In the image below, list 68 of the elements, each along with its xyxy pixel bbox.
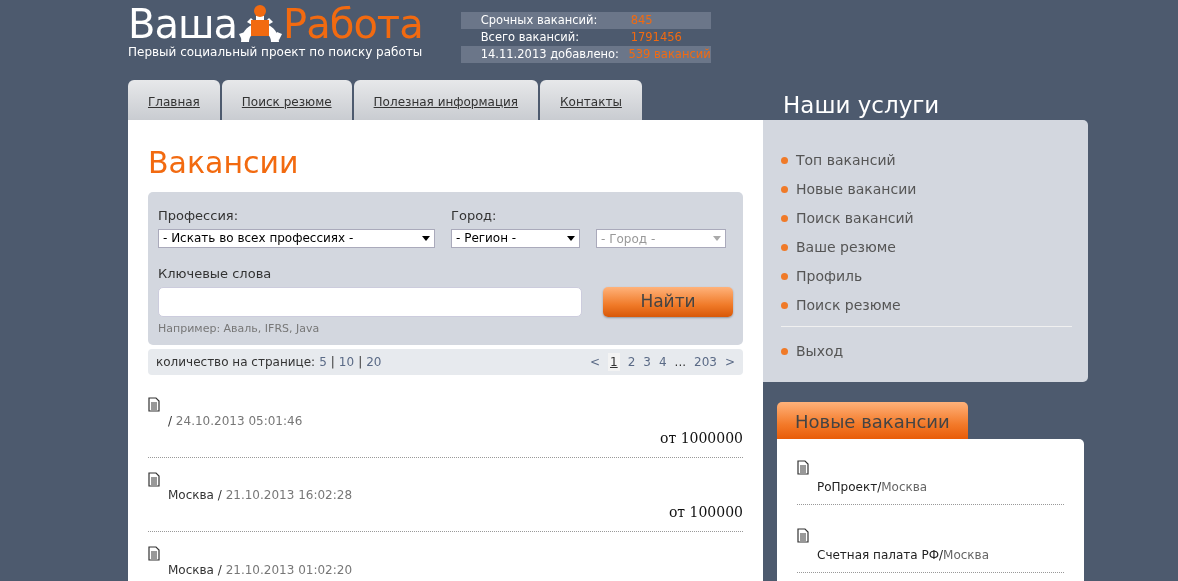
nav-tab[interactable]: Поиск резюме: [221, 80, 352, 120]
service-link[interactable]: Поиск резюме: [781, 291, 1072, 320]
bullet-icon: [781, 215, 788, 222]
stat-value: 845: [630, 12, 653, 29]
vacancy-meta: Москва / 21.10.2013 01:02:20: [168, 562, 354, 577]
nav-tab[interactable]: Главная: [128, 80, 220, 120]
new-vacancies-tab[interactable]: Новые вакансии: [777, 402, 968, 439]
nav-tab[interactable]: Контакты: [540, 80, 642, 120]
logo-text: Ваша: [128, 4, 238, 44]
service-link[interactable]: Поиск вакансий: [781, 204, 1072, 233]
document-icon: [148, 546, 160, 561]
stat-label: Срочных вакансий:: [480, 12, 599, 29]
per-page-link[interactable]: 5: [319, 353, 327, 371]
nav-tab[interactable]: Полезная информация: [353, 80, 539, 120]
bullet-icon: [781, 157, 788, 164]
caret-icon: [713, 236, 721, 241]
tagline: Первый социальный проект по поиску работы: [128, 46, 423, 58]
bullet-icon: [781, 186, 788, 193]
field-label: Профессия:: [158, 207, 240, 225]
logo-icon: [237, 4, 284, 44]
salary-text: от 100000: [667, 503, 743, 522]
document-icon: [148, 471, 160, 487]
page-link[interactable]: 2: [627, 353, 636, 371]
separator-text: |: [330, 354, 335, 371]
separator-text: |: [358, 354, 363, 371]
bullet-icon: [781, 302, 788, 309]
page-link[interactable]: 203: [694, 353, 717, 371]
salary-text: от 1000000: [659, 428, 743, 448]
field-label: Город:: [451, 207, 498, 225]
service-link[interactable]: Выход: [781, 337, 1072, 366]
bullet-icon: [781, 273, 788, 280]
vacancy-meta: / 24.10.2013 05:01:46: [168, 413, 304, 428]
vacancy-link[interactable]: Счетная палата РФ/Москва: [817, 545, 990, 564]
bullet-icon: [781, 348, 788, 355]
bullet-icon: [781, 244, 788, 251]
search-button[interactable]: Найти: [603, 286, 733, 317]
page-link[interactable]: 1: [608, 353, 620, 371]
document-icon: [148, 397, 160, 412]
prev-page-link[interactable]: <: [589, 353, 600, 371]
hint-text: Например: Аваль, IFRS, Java: [158, 320, 321, 337]
vacancy-meta: Москва / 21.10.2013 16:02:28: [168, 488, 354, 502]
per-page-link[interactable]: 10: [338, 353, 355, 371]
caret-icon: [567, 235, 575, 241]
stat-label: Всего вакансий:: [480, 29, 581, 46]
page-link[interactable]: 4: [658, 353, 667, 371]
per-page-link[interactable]: 20: [366, 353, 382, 371]
service-link[interactable]: Ваше резюме: [781, 233, 1072, 262]
document-icon: [797, 528, 809, 543]
stat-label: 14.11.2013 добавлено:: [480, 46, 620, 63]
per-page-label: количество на странице:: [156, 354, 316, 371]
ellipsis-text: ...: [674, 354, 687, 371]
vacancy-link[interactable]: РоПроект/Москва: [817, 477, 928, 496]
service-link[interactable]: Топ вакансий: [781, 146, 1072, 175]
field-label: Ключевые слова: [158, 265, 273, 283]
page-link[interactable]: 3: [643, 353, 651, 371]
logo-text: Работа: [283, 4, 423, 44]
document-icon: [797, 460, 809, 475]
keywords-field[interactable]: [158, 286, 582, 317]
profession-dropdown[interactable]: - Искать во всех профессиях -: [158, 228, 435, 248]
region-dropdown[interactable]: - Регион -: [451, 228, 580, 248]
service-link[interactable]: Профиль: [781, 262, 1072, 291]
caret-icon: [422, 235, 430, 241]
next-page-link[interactable]: >: [724, 353, 735, 371]
services-title: Наши услуги: [782, 91, 941, 120]
page-title: Вакансии: [148, 148, 300, 178]
stat-value: 539 вакансий: [628, 46, 711, 63]
stat-value: 1791456: [630, 29, 682, 46]
service-link[interactable]: Новые вакансии: [781, 175, 1072, 204]
